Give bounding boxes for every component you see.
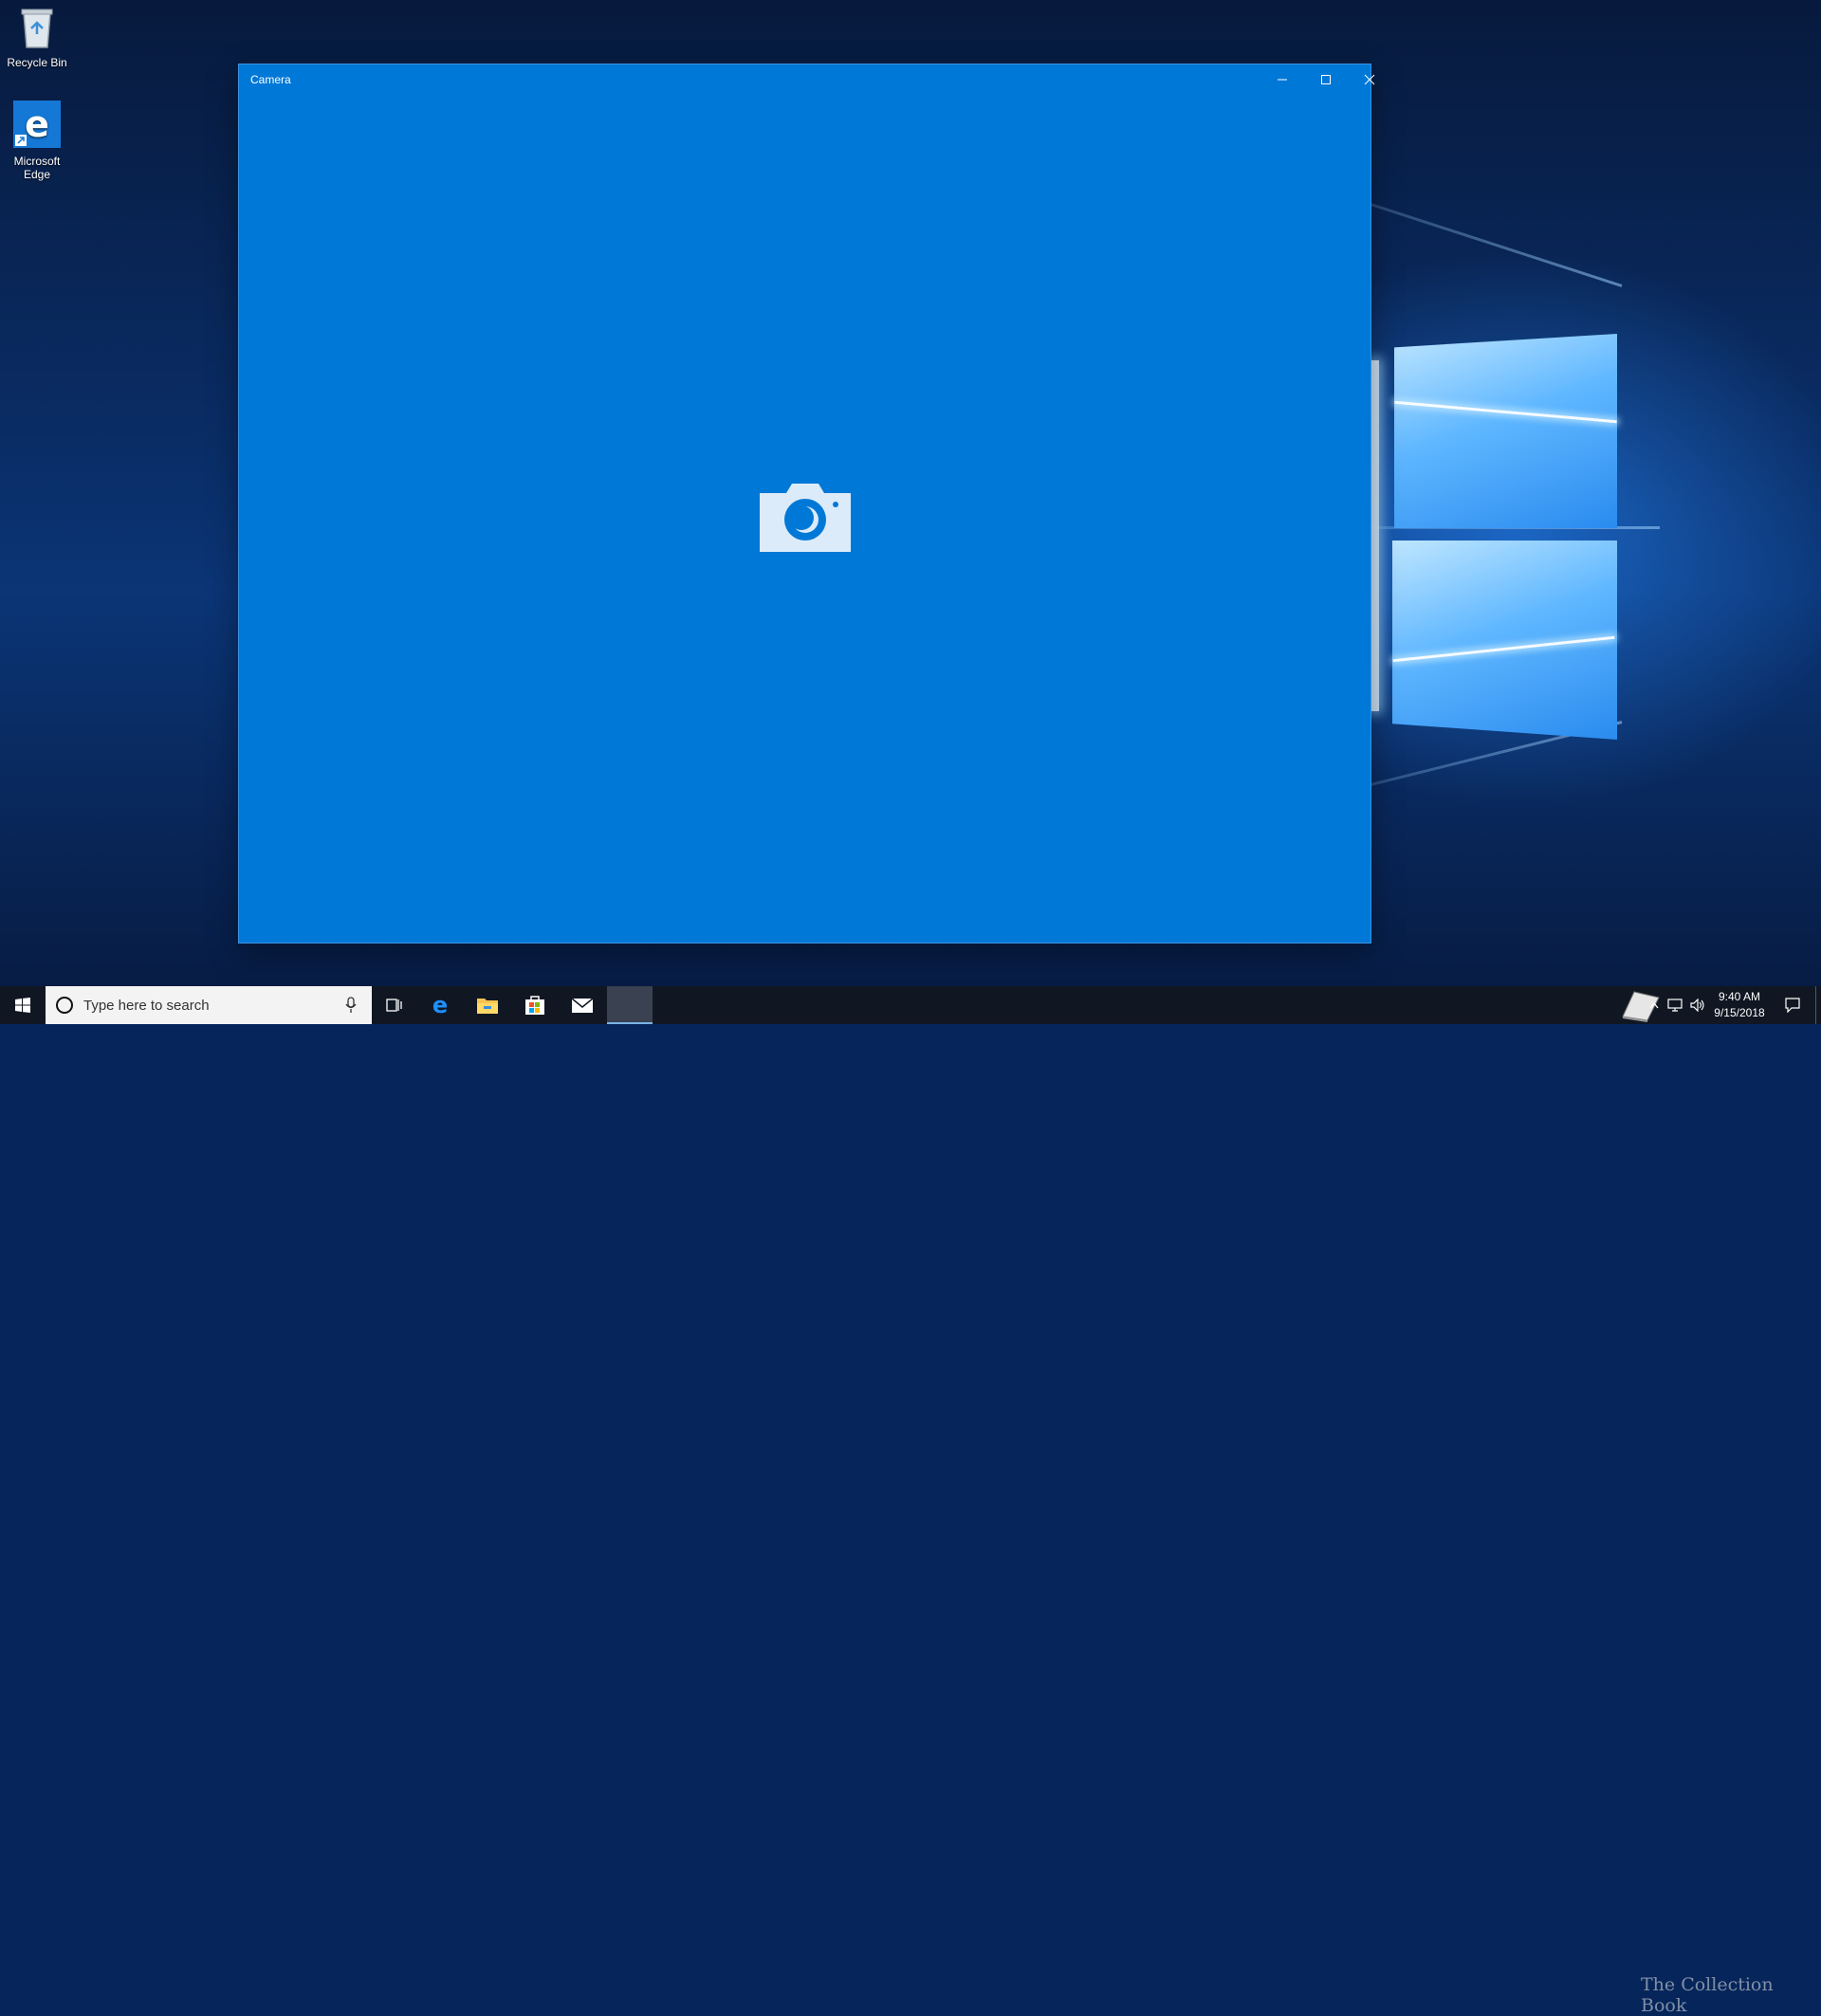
search-box[interactable]: Type here to search (46, 986, 372, 1024)
clock[interactable]: 9:40 AM 9/15/2018 (1709, 990, 1770, 1019)
task-view-icon (386, 999, 402, 1012)
taskbar-mail-button[interactable] (560, 986, 605, 1024)
edge-icon: e (0, 101, 74, 151)
windows-logo-icon (15, 998, 30, 1013)
minimize-button[interactable] (1260, 64, 1304, 95)
watermark-text: The Collection Book (1641, 1974, 1774, 2016)
clock-time: 9:40 AM (1718, 990, 1761, 1003)
svg-text:e: e (432, 994, 448, 1017)
window-title: Camera (250, 73, 291, 86)
desktop-icon-recycle-bin[interactable]: Recycle Bin (0, 6, 74, 69)
taskbar-edge-button[interactable]: e (417, 986, 463, 1024)
store-icon (525, 996, 544, 1015)
desktop-icon-label: Microsoft Edge (13, 155, 61, 181)
taskbar-active-app-button[interactable] (607, 986, 653, 1024)
show-desktop-button[interactable] (1815, 986, 1821, 1024)
taskbar-store-button[interactable] (512, 986, 558, 1024)
network-icon (1667, 999, 1683, 1012)
maximize-button[interactable] (1304, 64, 1348, 95)
file-explorer-icon (477, 999, 498, 1014)
svg-text:e: e (25, 103, 49, 145)
desktop-icon-edge[interactable]: e Microsoft Edge (0, 101, 74, 181)
close-button[interactable] (1348, 64, 1391, 95)
network-button[interactable] (1664, 986, 1686, 1024)
task-view-button[interactable] (372, 986, 417, 1024)
microphone-icon[interactable] (345, 997, 357, 1014)
camera-window[interactable]: Camera (238, 64, 1375, 944)
recycle-bin-icon (0, 6, 74, 52)
chevron-up-icon (1649, 1001, 1659, 1009)
minimize-icon (1278, 79, 1287, 81)
logo-pane-top-right (1394, 334, 1617, 528)
mail-icon (571, 998, 594, 1013)
show-hidden-icons-button[interactable] (1645, 986, 1664, 1024)
desktop-icon-label: Recycle Bin (7, 56, 67, 69)
maximize-icon (1321, 75, 1331, 84)
clock-date: 9/15/2018 (1714, 1006, 1765, 1019)
notification-icon (1785, 998, 1800, 1013)
start-button[interactable] (0, 986, 46, 1024)
volume-icon (1690, 999, 1704, 1012)
edge-icon: e (432, 994, 448, 1017)
camera-icon (760, 480, 851, 557)
close-icon (1364, 74, 1375, 85)
logo-edge-glow (1371, 360, 1379, 711)
taskbar-file-explorer-button[interactable] (465, 986, 510, 1024)
volume-button[interactable] (1686, 986, 1709, 1024)
desktop-wallpaper: Recycle Bin e Microsoft Edge Camera (0, 0, 1821, 986)
title-bar[interactable]: Camera (239, 64, 1375, 95)
action-center-button[interactable] (1774, 986, 1812, 1024)
cortana-circle-icon (56, 997, 73, 1014)
taskbar: Type here to search e The Collection Boo… (0, 986, 1821, 2016)
search-placeholder: Type here to search (83, 998, 210, 1014)
